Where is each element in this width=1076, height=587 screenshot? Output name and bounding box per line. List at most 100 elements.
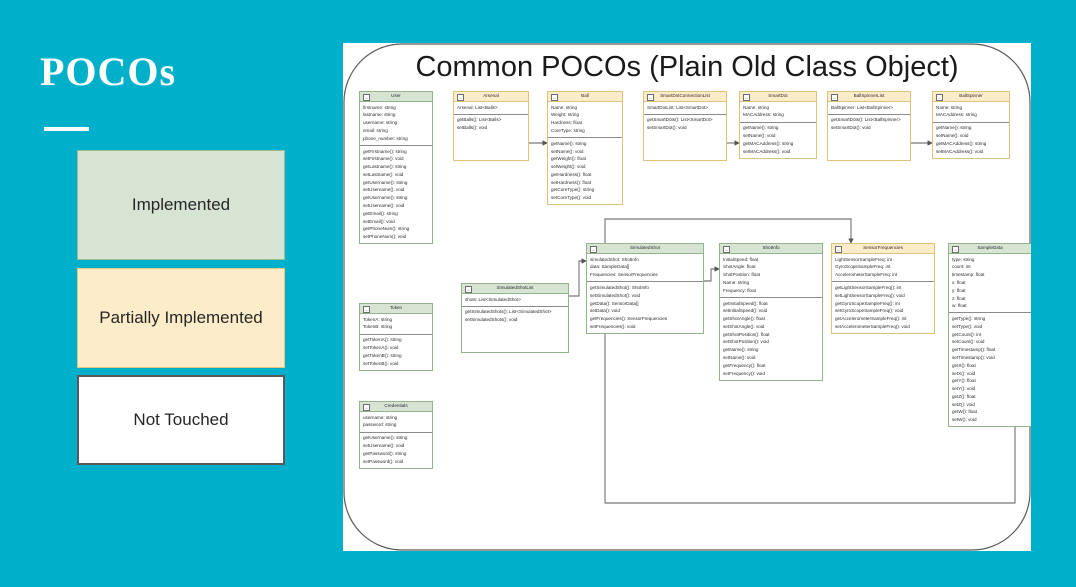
uml-attribute-row: InitialSpeed: float <box>723 256 759 262</box>
collapse-icon[interactable]: – <box>723 246 730 253</box>
legend-label: Partially Implemented <box>99 308 263 328</box>
collapse-icon[interactable]: – <box>457 94 464 101</box>
collapse-icon[interactable]: – <box>743 94 750 101</box>
uml-class-name: BallSpinnerList <box>853 93 885 99</box>
legend-label: Not Touched <box>133 410 229 430</box>
collapse-icon[interactable]: – <box>551 94 558 101</box>
uml-class-name: SampleData <box>977 245 1003 251</box>
uml-attributes: Name: string MACAddress: string <box>740 102 816 123</box>
uml-method-row: getX(): float <box>952 362 976 368</box>
uml-class-token[interactable]: – Token TokenA: string TokenB: string getTok… <box>359 303 433 371</box>
uml-class-name: SmartDotConnectionList <box>660 93 710 99</box>
uml-class-header: – User <box>360 92 432 102</box>
uml-method-row: setWeight(): void <box>551 164 586 170</box>
uml-class-name: ShotInfo <box>762 245 780 251</box>
uml-method-row: getInitialSpeed(): float <box>723 300 768 306</box>
uml-method-row: getUsername(): string <box>363 195 408 201</box>
collapse-icon[interactable]: – <box>363 404 370 411</box>
uml-class-header: – SampleData <box>949 244 1031 254</box>
uml-class-name: Token <box>389 305 403 311</box>
uml-attributes: simulatedShot: ShotInfo data: SampleData[… <box>587 254 703 283</box>
uml-attributes: Name: string MACAddress: string <box>933 102 1009 123</box>
uml-attribute-row: CoreType: string <box>551 127 585 133</box>
uml-attribute-row: data: SampleData[] <box>590 264 630 270</box>
uml-attribute-row: phone_number: string <box>363 135 408 141</box>
uml-method-row: setFrequency(): void <box>723 370 765 376</box>
uml-attribute-row: BallSpinner: List<BallSpinner> <box>831 104 894 110</box>
uml-attribute-row: SmartDotList: List<SmartDot> <box>647 104 709 110</box>
collapse-icon[interactable]: – <box>590 246 597 253</box>
uml-method-row: setTimestamp(): void <box>952 354 995 360</box>
legend-item-implemented: Implemented <box>77 150 285 260</box>
uml-class-header: – SimulatedShot <box>587 244 703 254</box>
connector-5 <box>604 218 854 244</box>
uml-class-ball[interactable]: – Ball Name: string Weight: string Hardness:… <box>547 91 623 206</box>
uml-class-credentials[interactable]: – Credentials username: string password: st… <box>359 401 433 469</box>
uml-class-header: – SimulatedShotList <box>462 284 568 294</box>
uml-class-simulatedshotlist[interactable]: – SimulatedShotList shots: List<SimulatedS… <box>461 283 569 354</box>
uml-class-smartdotconnectionlist[interactable]: – SmartDotConnectionList SmartDotList: Lis… <box>643 91 727 162</box>
uml-method-row: setMACAddress(): void <box>743 148 791 154</box>
uml-method-row: setSmartDot(): void <box>647 125 687 131</box>
uml-methods: getBalls(): List<Balls> setBalls(): void <box>454 115 528 161</box>
legend-item-partially-implemented: Partially Implemented <box>77 268 285 368</box>
uml-methods: getName(): string setName(): void getMACAd… <box>740 123 816 158</box>
uml-class-user[interactable]: – User firstname: string lastname: string us… <box>359 91 433 245</box>
uml-attribute-row: x: float <box>952 279 966 285</box>
uml-attributes: SmartDotList: List<SmartDot> <box>644 102 726 115</box>
uml-method-row: getLastname(): string <box>363 164 407 170</box>
collapse-icon[interactable]: – <box>952 246 959 253</box>
uml-class-sampledata[interactable]: – SampleData type: string count: int timesta… <box>948 243 1031 428</box>
uml-class-simulatedshot[interactable]: – SimulatedShot simulatedShot: ShotInfo dat… <box>586 243 704 335</box>
uml-method-row: setName(): void <box>551 148 584 154</box>
uml-attribute-row: Frequencies: SensorFrequencies <box>590 272 658 278</box>
collapse-icon[interactable]: – <box>831 94 838 101</box>
uml-method-row: setLightSensorSampleFreq(): void <box>835 292 905 298</box>
uml-methods: getFirstname(): string setFirstname(): vo… <box>360 146 432 243</box>
collapse-icon[interactable]: – <box>363 306 370 313</box>
collapse-icon[interactable]: – <box>936 94 943 101</box>
collapse-icon[interactable]: – <box>465 286 472 293</box>
uml-method-row: setTokenB(): void <box>363 360 399 366</box>
uml-method-row: getName(): string <box>936 125 972 131</box>
uml-attribute-row: Arsenal: List<Balls> <box>457 104 498 110</box>
uml-method-row: getUsername(): string <box>363 179 408 185</box>
uml-method-row: getPhoneNum(): string <box>363 226 410 232</box>
uml-method-row: getFirstname(): string <box>363 148 407 154</box>
uml-class-name: BallSpinner <box>959 93 983 99</box>
uml-methods: getInitialSpeed(): float setInitialSpeed(… <box>720 298 822 380</box>
uml-class-header: – Token <box>360 304 432 314</box>
uml-attribute-row: LightSensorSampleFreq: int <box>835 256 892 262</box>
uml-class-shotinfo[interactable]: – ShotInfo InitialSpeed: float ShotAngle: f… <box>719 243 823 381</box>
uml-attribute-row: MACAddress: string <box>936 112 977 118</box>
uml-class-sensorfrequencies[interactable]: – SensorFrequencies LightSensorSampleFreq:… <box>831 243 935 335</box>
uml-method-row: getName(): string <box>723 347 759 353</box>
uml-method-row: setName(): void <box>723 354 756 360</box>
collapse-icon[interactable]: – <box>647 94 654 101</box>
uml-class-ballspinner[interactable]: – BallSpinner Name: string MACAddress: stri… <box>932 91 1010 159</box>
uml-class-header: – Ball <box>548 92 622 102</box>
uml-method-row: getFrequency(): float <box>723 362 766 368</box>
uml-method-row: getBalls(): List<Balls> <box>457 117 502 123</box>
uml-class-smartdot[interactable]: – SmartDot Name: string MACAddress: string g… <box>739 91 817 159</box>
uml-methods: getTokenA(): string setTokenA(): void getT… <box>360 335 432 370</box>
uml-method-row: getUsername(): string <box>363 435 408 441</box>
uml-attribute-row: Name: string <box>743 104 770 110</box>
uml-method-row: setUsername(): void <box>363 442 405 448</box>
uml-attribute-row: Name: string <box>936 104 963 110</box>
uml-method-row: setTokenA(): void <box>363 344 399 350</box>
collapse-icon[interactable]: – <box>363 94 370 101</box>
uml-attribute-row: firstname: string <box>363 104 396 110</box>
uml-attribute-row: timestamp: float <box>952 272 985 278</box>
uml-method-row: setUsername(): void <box>363 202 405 208</box>
uml-attribute-row: MACAddress: string <box>743 112 784 118</box>
uml-class-header: – BallSpinnerList <box>828 92 910 102</box>
collapse-icon[interactable]: – <box>835 246 842 253</box>
uml-method-row: setW(): void <box>952 417 977 423</box>
uml-method-row: setCoreType(): void <box>551 195 592 201</box>
uml-class-arsenal[interactable]: – Arsenal Arsenal: List<Balls> getBalls(): … <box>453 91 529 162</box>
uml-method-row: getTokenB(): string <box>363 352 402 358</box>
uml-class-ballspinnerlist[interactable]: – BallSpinnerList BallSpinner: List<BallSp… <box>827 91 911 162</box>
uml-methods: getSmartDots(): List<SmartDot> setSmartDo… <box>644 115 726 161</box>
uml-attribute-row: TokenA: string <box>363 316 393 322</box>
